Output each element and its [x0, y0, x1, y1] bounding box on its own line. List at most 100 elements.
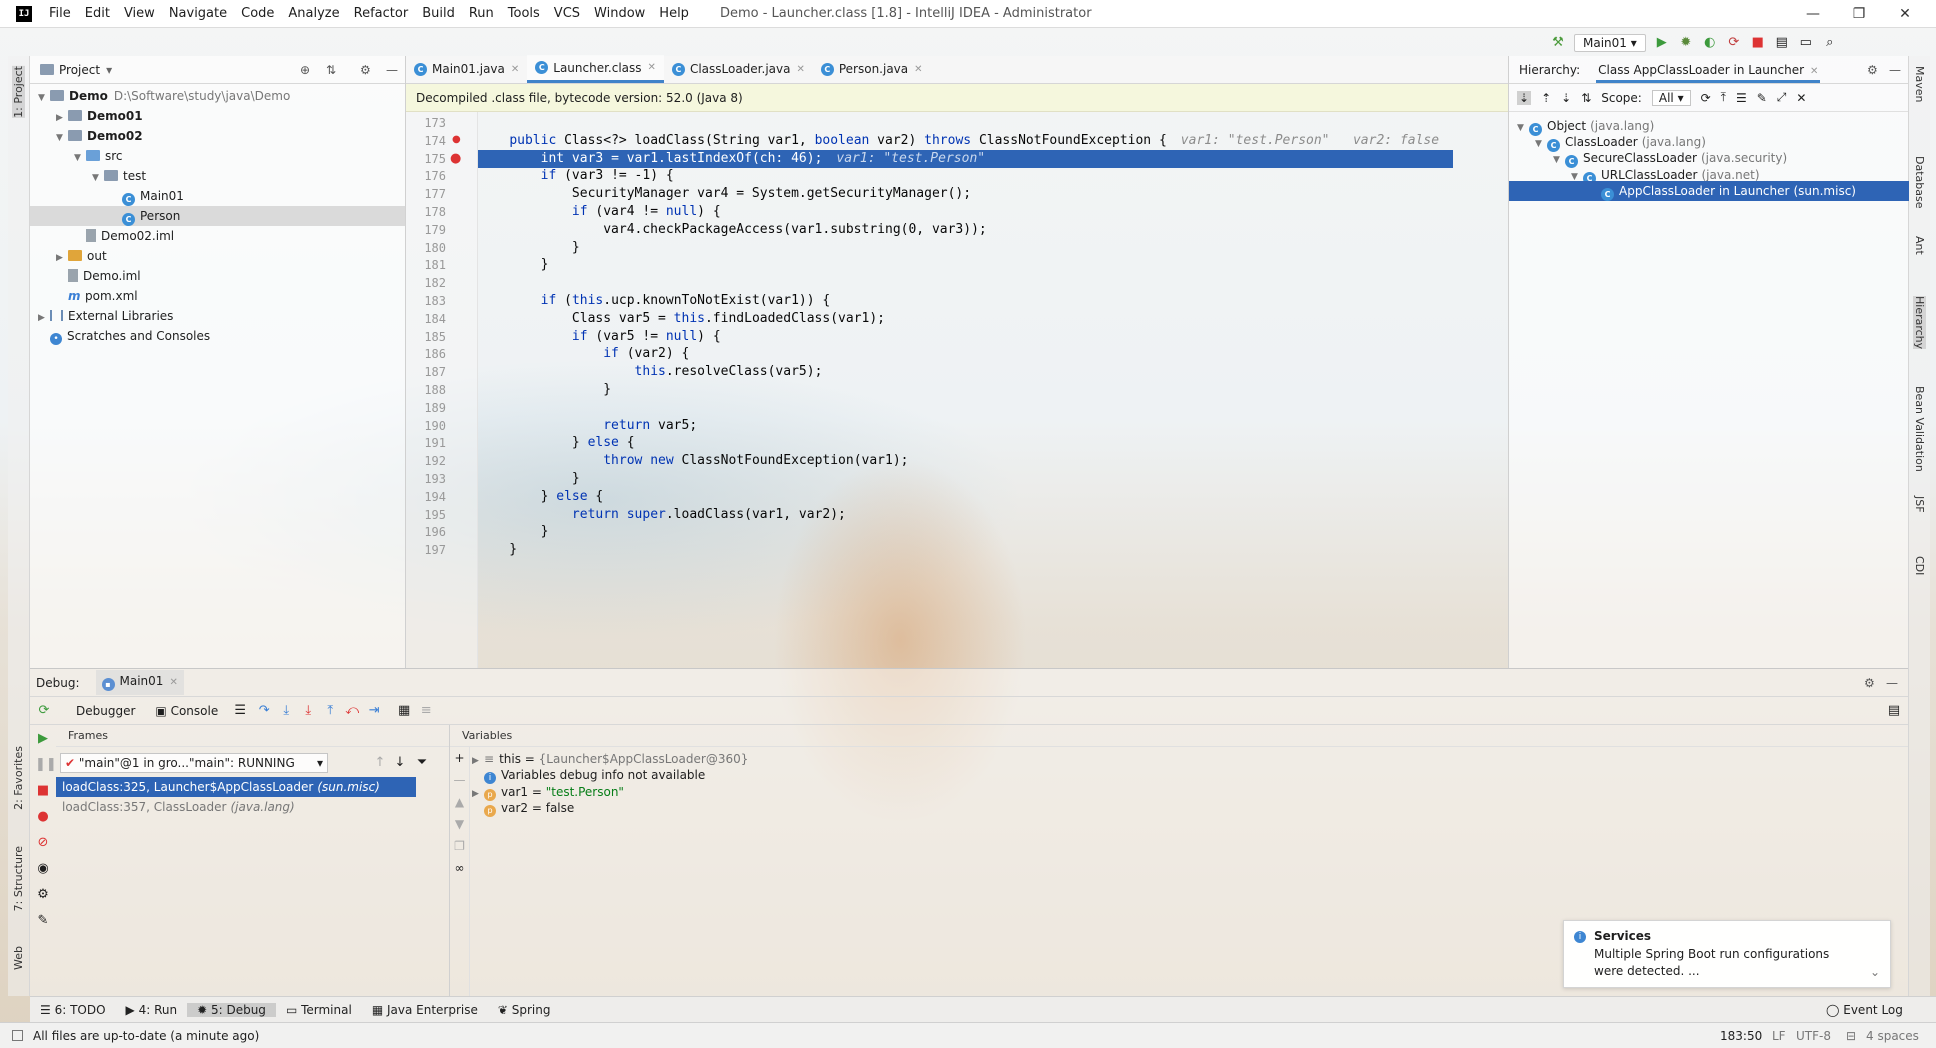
step-into-icon[interactable]: ⤓	[278, 703, 294, 719]
code-line[interactable]: if (var5 != null) {	[478, 328, 721, 346]
tree-item[interactable]: ▼ src	[30, 146, 406, 166]
move-down-icon[interactable]: ▼	[455, 817, 464, 831]
tree-item[interactable]: ▼ test	[30, 166, 406, 186]
hide-panel-icon[interactable]: —	[386, 63, 398, 77]
code-line[interactable]: }	[478, 239, 580, 257]
close-button[interactable]: ✕	[1882, 0, 1928, 28]
menu-analyze[interactable]: Analyze	[281, 6, 346, 21]
gear-icon[interactable]: ⚙	[1864, 676, 1875, 690]
close-icon[interactable]: ✕	[511, 64, 519, 75]
bottom-tab[interactable]: ✹ 5: Debug	[187, 1002, 276, 1017]
favorites-tool-button[interactable]: 2: Favorites	[12, 746, 25, 810]
locate-icon[interactable]: ⊕	[300, 63, 310, 77]
editor-tab[interactable]: C Launcher.class ✕	[527, 55, 664, 83]
editor-tab[interactable]: C Main01.java ✕	[406, 55, 527, 83]
build-hammer-icon[interactable]: ⚒	[1550, 35, 1566, 51]
code-line[interactable]: int var3 = var1.lastIndexOf(ch: 46); var1…	[478, 149, 1453, 168]
project-tool-button[interactable]: 1: Project	[12, 66, 25, 118]
bottom-tab[interactable]: ▦ Java Enterprise	[362, 1003, 488, 1017]
expand-arrow-icon[interactable]: ▼	[92, 168, 104, 188]
hide-panel-icon[interactable]: —	[1889, 63, 1901, 77]
code-line[interactable]: this.resolveClass(var5);	[478, 363, 823, 381]
resume-icon[interactable]: ▶	[35, 731, 51, 747]
editor-tab[interactable]: C Person.java ✕	[813, 55, 931, 83]
pin-icon[interactable]: ✎	[1757, 91, 1767, 105]
profile-icon[interactable]: ⟳	[1726, 35, 1742, 51]
bean-validation-tool-button[interactable]: Bean Validation	[1913, 386, 1926, 472]
tree-item[interactable]: C Main01	[30, 186, 406, 206]
indent-setting[interactable]: 4 spaces	[1866, 1029, 1919, 1043]
close-icon[interactable]: ✕	[1810, 66, 1818, 77]
expand-arrow-icon[interactable]: ▼	[56, 128, 68, 148]
rerun-icon[interactable]: ⟳	[36, 703, 52, 719]
move-up-icon[interactable]: ▲	[455, 795, 464, 809]
menu-window[interactable]: Window	[587, 6, 652, 21]
debug-session-tab[interactable]: ▪ Main01 ✕	[95, 670, 184, 695]
copy-icon[interactable]: ❐	[454, 839, 465, 853]
menu-navigate[interactable]: Navigate	[162, 6, 234, 21]
code-line[interactable]: if (var3 != -1) {	[478, 167, 674, 185]
up-arrow-icon[interactable]: ↑	[372, 755, 388, 771]
add-watch-icon[interactable]: +	[454, 751, 464, 765]
run-icon[interactable]: ▶	[1654, 35, 1670, 51]
structure-tool-button[interactable]: 7: Structure	[12, 846, 25, 911]
tree-item[interactable]: • Scratches and Consoles	[30, 326, 406, 346]
code-line[interactable]: public Class<?> loadClass(String var1, b…	[478, 132, 1439, 150]
close-icon[interactable]: ✕	[1796, 91, 1806, 105]
code-line[interactable]: if (var4 != null) {	[478, 203, 721, 221]
stack-frame[interactable]: loadClass:357, ClassLoader (java.lang)	[56, 797, 295, 817]
web-tool-button[interactable]: Web	[12, 946, 25, 970]
jsf-tool-button[interactable]: JSF	[1913, 496, 1926, 513]
code-line[interactable]: }	[478, 523, 549, 541]
stop-icon[interactable]: ■	[35, 783, 51, 799]
code-area[interactable]: public Class<?> loadClass(String var1, b…	[478, 112, 1508, 668]
sort-alpha-icon[interactable]: ⇅	[1581, 91, 1591, 105]
code-line[interactable]: return super.loadClass(var1, var2);	[478, 506, 846, 524]
type-hierarchy-icon[interactable]: ⇣	[1517, 90, 1532, 105]
subtypes-icon[interactable]: ⇣	[1561, 91, 1571, 105]
cursor-position[interactable]: 183:50	[1720, 1029, 1762, 1043]
menu-refactor[interactable]: Refactor	[347, 6, 416, 21]
bottom-tab[interactable]: ▭ Terminal	[276, 1003, 362, 1017]
mute-breakpoints-icon[interactable]: ⊘	[35, 835, 51, 851]
step-over-icon[interactable]: ↷	[256, 703, 272, 719]
pause-icon[interactable]: ❚❚	[35, 757, 57, 773]
collapse-arrow-icon[interactable]: ▶	[38, 308, 50, 328]
bottom-tab[interactable]: ❦ Spring	[488, 1003, 561, 1017]
code-line[interactable]: }	[478, 381, 611, 399]
debug-icon[interactable]: ✹	[1678, 35, 1694, 51]
expand-arrow-icon[interactable]: ▼	[38, 88, 50, 108]
refresh-icon[interactable]: ⟳	[1701, 91, 1711, 105]
code-line[interactable]: } else {	[478, 488, 604, 506]
line-separator[interactable]: LF	[1772, 1029, 1786, 1043]
force-step-into-icon[interactable]: ⤓	[300, 703, 316, 719]
database-tool-button[interactable]: Database	[1913, 156, 1926, 209]
console-tab[interactable]: ▣ Console	[149, 700, 224, 722]
down-arrow-icon[interactable]: ↓	[392, 755, 408, 771]
step-out-icon[interactable]: ⤒	[322, 703, 338, 719]
layout-icon[interactable]: ☰	[232, 703, 248, 719]
variable-row[interactable]: p var2 = false	[472, 798, 574, 818]
lock-icon[interactable]: ⊟	[1846, 1029, 1856, 1043]
code-line[interactable]: }	[478, 256, 549, 274]
search-everywhere-icon[interactable]: ⌕	[1822, 35, 1838, 51]
code-line[interactable]: return var5;	[478, 417, 697, 435]
tree-item[interactable]: m pom.xml	[30, 286, 406, 306]
collapse-arrow-icon[interactable]: ▶	[56, 108, 68, 128]
stop-icon[interactable]: ■	[1750, 35, 1766, 51]
remove-watch-icon[interactable]: —	[454, 773, 466, 787]
toggle-tool-windows-icon[interactable]	[12, 1030, 23, 1041]
menu-help[interactable]: Help	[652, 6, 696, 21]
expand-arrow-icon[interactable]: ▼	[74, 148, 86, 168]
gear-icon[interactable]: ⚙	[1867, 63, 1878, 77]
code-line[interactable]: SecurityManager var4 = System.getSecurit…	[478, 185, 971, 203]
bottom-tab[interactable]: ▶ 4: Run	[116, 1003, 188, 1017]
restore-layout-icon[interactable]: ▤	[1886, 703, 1902, 719]
restore-button[interactable]: ❐	[1836, 0, 1882, 28]
collapse-arrow-icon[interactable]: ▶	[56, 248, 68, 268]
run-config-selector[interactable]: Main01 ▾	[1574, 34, 1646, 52]
run-to-cursor-icon[interactable]: ⇥	[366, 703, 382, 719]
scope-select[interactable]: All ▾	[1651, 89, 1691, 106]
minimize-button[interactable]: —	[1790, 0, 1836, 28]
tree-item[interactable]: ▶ out	[30, 246, 406, 266]
